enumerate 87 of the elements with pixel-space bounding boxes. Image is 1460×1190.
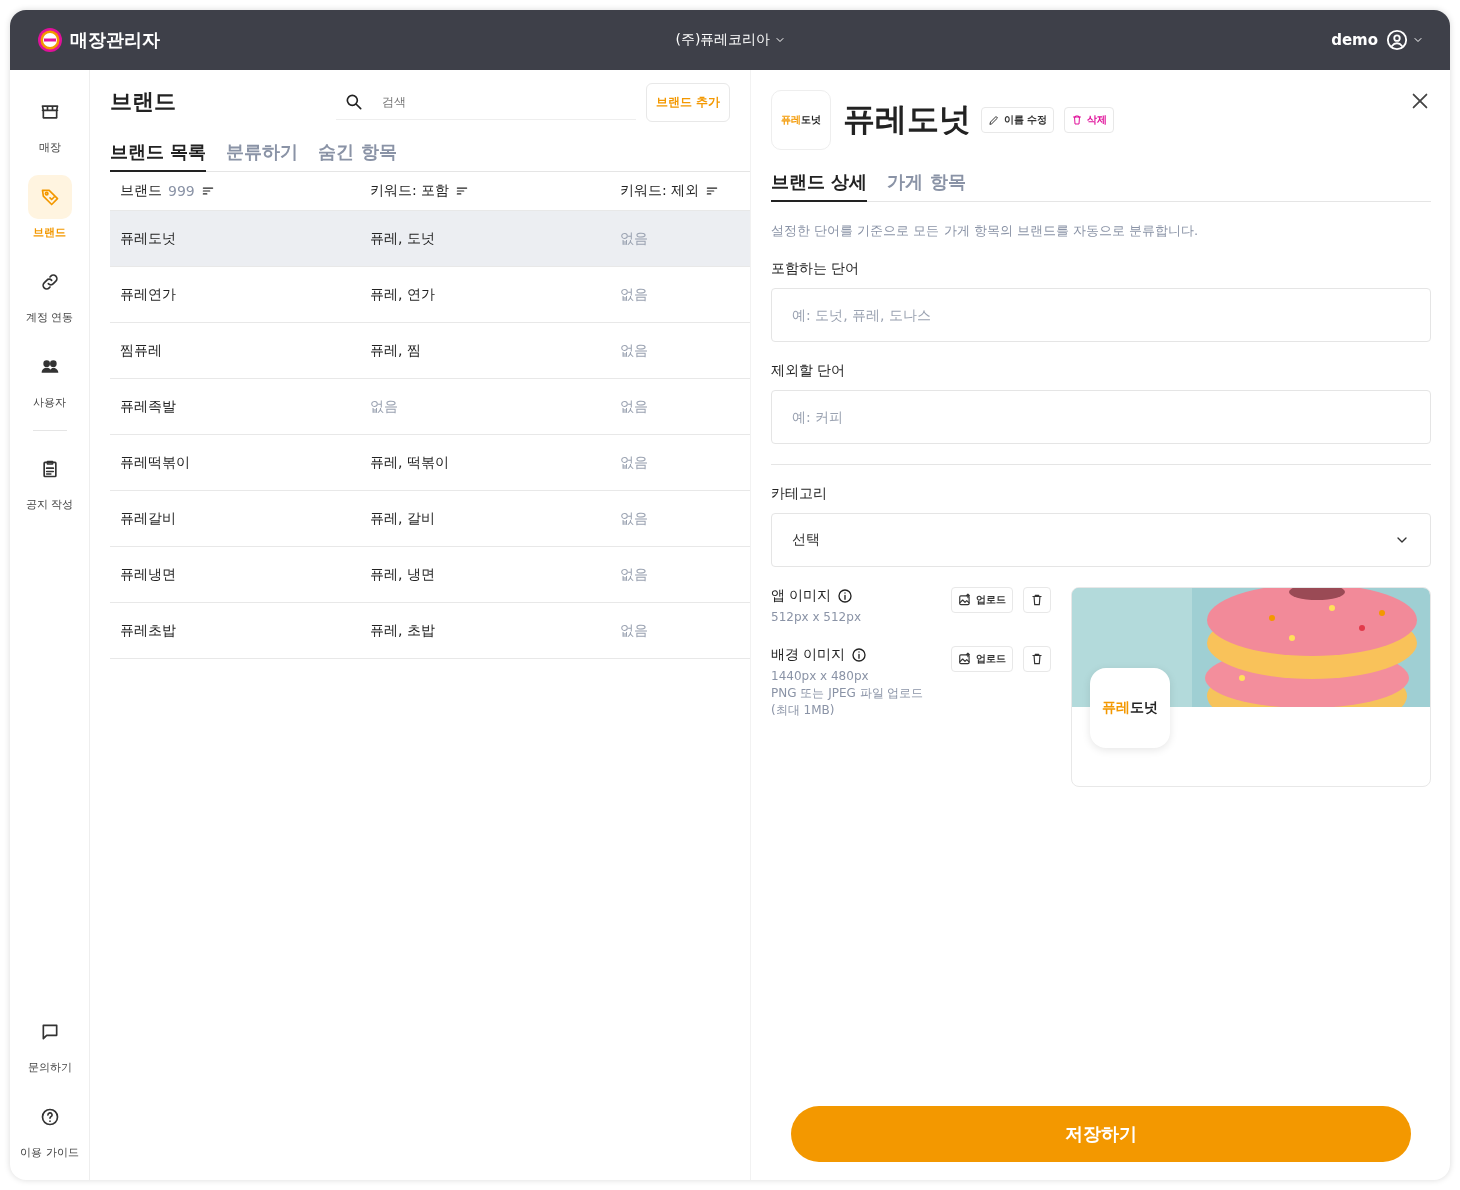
info-icon bbox=[851, 647, 868, 663]
table-row[interactable]: 퓨레초밥 퓨레, 초밥 없음 bbox=[110, 603, 750, 659]
table-cell: 없음 bbox=[620, 341, 648, 358]
nav-item[interactable]: 사용자 bbox=[27, 345, 72, 410]
rename-button[interactable]: 이름 수정 bbox=[981, 107, 1055, 133]
sort-icon[interactable] bbox=[705, 184, 720, 198]
sort-icon[interactable] bbox=[200, 184, 215, 198]
table-cell: 없음 bbox=[620, 229, 648, 246]
table-cell: 퓨레, 초밥 bbox=[370, 621, 435, 638]
trash-icon bbox=[1030, 652, 1044, 666]
image-note: 512px x 512px bbox=[771, 609, 861, 626]
table-cell: 없음 bbox=[620, 565, 648, 582]
table-cell: 퓨레족발 bbox=[120, 397, 176, 414]
brand-name: 퓨레도넛 bbox=[843, 99, 971, 140]
image-upload-icon bbox=[958, 652, 972, 666]
user-circle-icon bbox=[1386, 29, 1408, 51]
nav-item[interactable]: 이용 가이드 bbox=[20, 1095, 79, 1160]
field-label: 제외할 단어 bbox=[771, 362, 847, 380]
tag-icon bbox=[39, 187, 60, 207]
table-cell: 퓨레, 도넛 bbox=[370, 229, 435, 246]
tab[interactable]: 브랜드 목록 bbox=[110, 136, 207, 172]
page-title: 브랜드 bbox=[110, 88, 177, 116]
table-row[interactable]: 퓨레족발 없음 없음 bbox=[110, 379, 750, 435]
table-cell: 퓨레냉면 bbox=[120, 565, 176, 582]
column-header[interactable]: 브랜드 bbox=[120, 182, 162, 200]
table-cell: 없음 bbox=[620, 509, 648, 526]
sort-icon[interactable] bbox=[455, 184, 470, 198]
company-selector[interactable]: (주)퓨레코리아 bbox=[500, 31, 962, 49]
table-cell: 없음 bbox=[620, 453, 648, 470]
table-row[interactable]: 퓨레도넛 퓨레, 도넛 없음 bbox=[110, 211, 750, 267]
nav-item[interactable]: 매장 bbox=[27, 90, 72, 155]
image-upload-icon bbox=[958, 593, 972, 607]
upload-button[interactable]: 업로드 bbox=[951, 646, 1013, 672]
table-row[interactable]: 퓨레연가 퓨레, 연가 없음 bbox=[110, 267, 750, 323]
user-name: demo bbox=[1331, 31, 1378, 49]
trash-icon bbox=[1071, 114, 1084, 126]
brand-logo: 퓨레도넛 bbox=[771, 90, 831, 150]
category-select[interactable]: 선택 bbox=[771, 513, 1431, 567]
table-cell: 없음 bbox=[370, 397, 398, 414]
nav-item[interactable]: 계정 연동 bbox=[25, 260, 74, 325]
delete-image-button[interactable] bbox=[1023, 646, 1051, 672]
table-cell: 없음 bbox=[620, 285, 648, 302]
input-field[interactable]: 예: 커피 bbox=[771, 390, 1431, 444]
image-note: 1440px x 480px PNG 또는 JPEG 파일 업로드 (최대 1MB) bbox=[771, 668, 924, 719]
pencil-icon bbox=[988, 114, 1000, 126]
table-cell: 퓨레도넛 bbox=[120, 229, 176, 246]
delete-image-button[interactable] bbox=[1023, 587, 1051, 613]
tab[interactable]: 브랜드 상세 bbox=[771, 166, 868, 202]
table-cell: 퓨레연가 bbox=[120, 285, 176, 302]
table-cell: 퓨레, 떡볶이 bbox=[370, 453, 449, 470]
image-label: 앱 이미지 bbox=[771, 587, 832, 605]
table-cell: 퓨레, 냉면 bbox=[370, 565, 435, 582]
info-icon bbox=[837, 588, 854, 604]
table-cell: 퓨레떡볶이 bbox=[120, 453, 190, 470]
table-row[interactable]: 퓨레냉면 퓨레, 냉면 없음 bbox=[110, 547, 750, 603]
table-row[interactable]: 찜퓨레 퓨레, 찜 없음 bbox=[110, 323, 750, 379]
brand-count: 999 bbox=[168, 183, 195, 199]
company-name: (주)퓨레코리아 bbox=[675, 31, 771, 49]
store-icon bbox=[39, 102, 60, 122]
app-title: 매장관리자 bbox=[70, 28, 160, 52]
description: 설정한 단어를 기준으로 모든 가게 항목의 브랜드를 자동으로 분류합니다. bbox=[771, 222, 1200, 240]
column-header[interactable]: 키워드: 포함 bbox=[370, 182, 450, 200]
table-cell: 없음 bbox=[620, 397, 648, 414]
account-menu[interactable] bbox=[1386, 29, 1424, 51]
preview-logo: 퓨레도넛 bbox=[1090, 668, 1170, 748]
input-field[interactable]: 예: 도넛, 퓨레, 도나스 bbox=[771, 288, 1431, 342]
nav-item[interactable]: 공지 작성 bbox=[25, 447, 74, 512]
table-cell: 퓨레갈비 bbox=[120, 509, 176, 526]
app-logo-icon bbox=[38, 28, 62, 52]
table-row[interactable]: 퓨레갈비 퓨레, 갈비 없음 bbox=[110, 491, 750, 547]
help-icon bbox=[39, 1107, 60, 1127]
table-cell: 찜퓨레 bbox=[120, 341, 162, 358]
field-label: 포함하는 단어 bbox=[771, 260, 861, 278]
trash-icon bbox=[1030, 593, 1044, 607]
table-cell: 퓨레초밥 bbox=[120, 621, 176, 638]
link-icon bbox=[39, 272, 60, 292]
delete-button[interactable]: 삭제 bbox=[1064, 107, 1115, 133]
field-label: 카테고리 bbox=[771, 485, 828, 503]
table-cell: 없음 bbox=[620, 621, 648, 638]
column-header[interactable]: 키워드: 제외 bbox=[620, 182, 700, 200]
image-label: 배경 이미지 bbox=[771, 646, 846, 664]
table-cell: 퓨레, 찜 bbox=[370, 341, 421, 358]
nav-item[interactable]: 문의하기 bbox=[27, 1010, 72, 1075]
table-cell: 퓨레, 연가 bbox=[370, 285, 435, 302]
table-row[interactable]: 퓨레떡볶이 퓨레, 떡볶이 없음 bbox=[110, 435, 750, 491]
table-cell: 퓨레, 갈비 bbox=[370, 509, 435, 526]
upload-button[interactable]: 업로드 bbox=[951, 587, 1013, 613]
